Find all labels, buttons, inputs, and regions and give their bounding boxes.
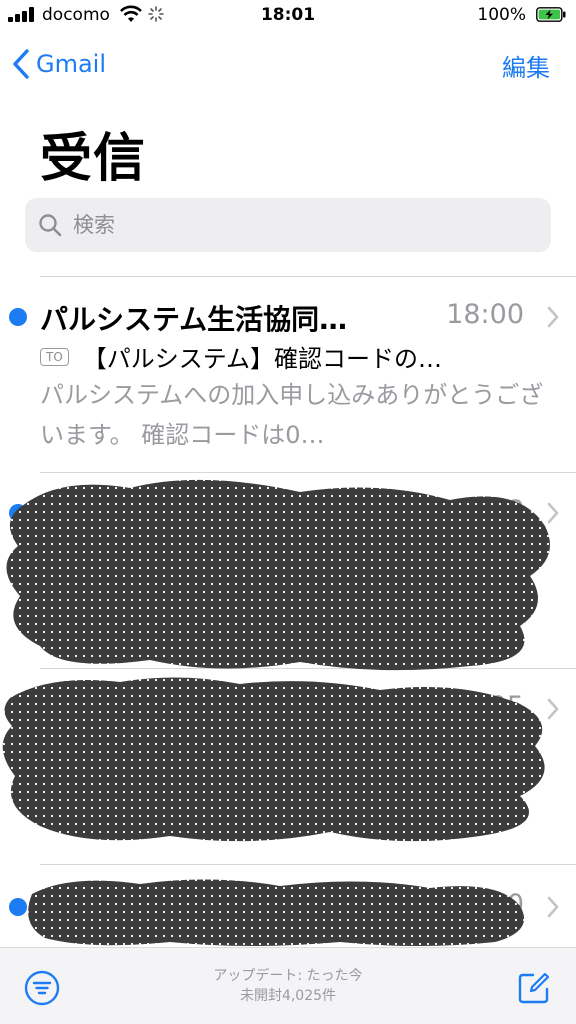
mail-subject-line: TO 【パルシステム】確認コードの…	[40, 339, 540, 374]
battery-percent: 100%	[477, 5, 526, 25]
back-label: Gmail	[36, 50, 107, 78]
chevron-right-icon	[547, 306, 559, 328]
update-status: アップデート: たった今	[213, 968, 363, 984]
search-bar[interactable]	[25, 198, 551, 252]
unread-count: 未開封4,025件	[239, 988, 337, 1004]
unread-indicator	[9, 308, 27, 326]
chevron-left-icon	[13, 49, 29, 79]
mail-time: 18:00	[446, 299, 524, 330]
mailbox-status: アップデート: たった今 未開封4,025件	[0, 966, 576, 1006]
mail-row[interactable]: パルシステム生活協同… 18:00 TO 【パルシステム】確認コードの… パルシ…	[0, 277, 576, 472]
mail-subject: 【パルシステム】確認コードの…	[82, 345, 443, 373]
edit-button[interactable]: 編集	[502, 48, 550, 83]
redaction-overlay	[2, 479, 551, 946]
status-bar: docomo 18:01 100%	[0, 0, 576, 30]
compose-icon[interactable]	[516, 970, 552, 1006]
mail-sender: パルシステム生活協同…	[40, 303, 348, 336]
to-badge: TO	[40, 347, 69, 366]
search-icon	[39, 214, 62, 237]
battery-charging-icon	[536, 7, 566, 22]
mail-preview: パルシステムへの加入申し込みありがとうございます。 確認コードは0…	[40, 381, 544, 449]
search-input[interactable]	[71, 212, 525, 238]
page-title: 受信	[40, 129, 147, 189]
back-button[interactable]: Gmail	[10, 44, 106, 84]
bottom-toolbar: アップデート: たった今 未開封4,025件	[0, 947, 576, 1024]
